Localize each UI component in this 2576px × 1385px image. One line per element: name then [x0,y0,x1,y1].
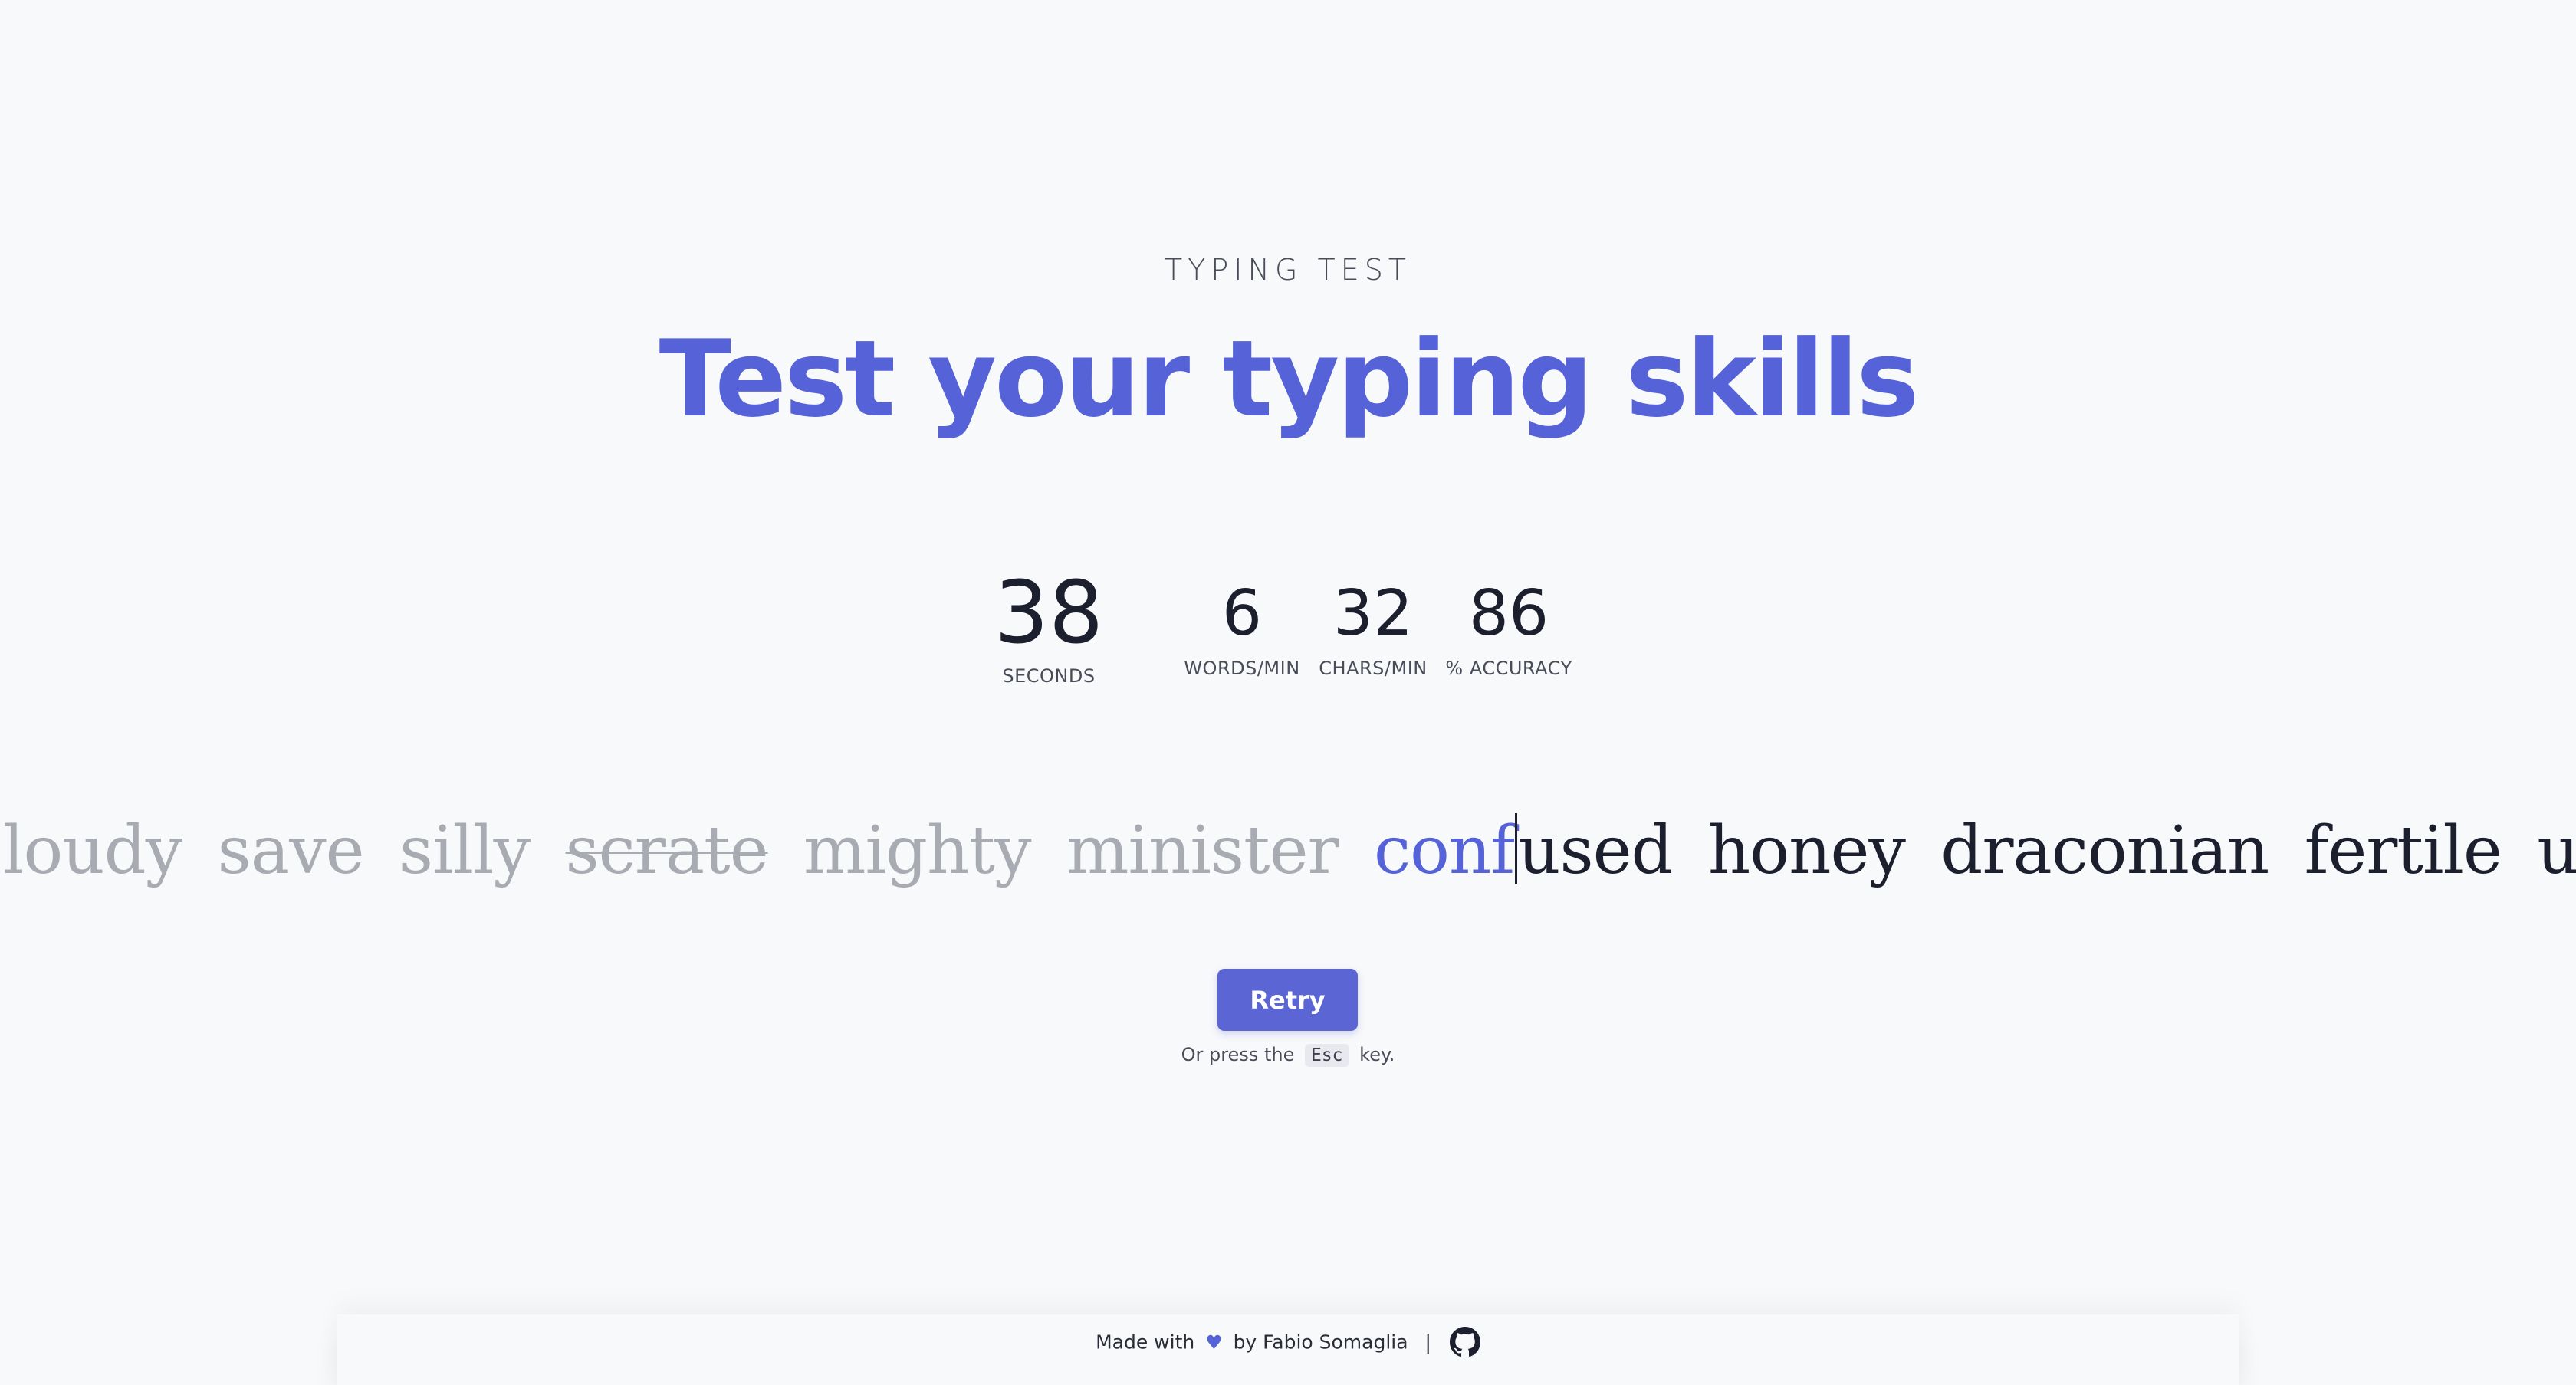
wpm-value: 6 [1221,577,1263,650]
retry-hint: Or press the Esc key. [0,1044,2576,1067]
upcoming-word: honey [1707,812,1906,889]
footer-separator: | [1424,1331,1431,1354]
incorrect-word: scrate [565,812,768,889]
completed-word: loudy [3,812,182,889]
github-icon[interactable] [1449,1327,1480,1357]
timer-stat: 38 SECONDS [994,570,1104,687]
hint-suffix: key. [1359,1044,1395,1065]
cpm-label: CHARS/MIN [1319,658,1428,679]
completed-word: mighty [803,812,1032,889]
page-title: Test your typing skills [659,317,1920,441]
wpm-label: WORDS/MIN [1184,658,1300,679]
text-caret [1515,813,1518,884]
wpm-stat: 6 WORDS/MIN [1184,577,1300,680]
heart-icon: ♥ [1205,1331,1223,1354]
cpm-value: 32 [1332,577,1414,650]
completed-word: save [217,812,365,889]
made-with-text: Made with [1096,1331,1195,1354]
hint-prefix: Or press the [1181,1044,1295,1065]
accuracy-value: 86 [1468,577,1549,650]
upcoming-word: unique [2537,812,2576,889]
completed-word: silly [399,812,531,889]
author-credit: by Fabio Somaglia [1233,1331,1408,1354]
completed-word: minister [1066,812,1339,889]
word-stream: loudy save silly scrate mighty minister … [3,809,2576,893]
timer-label: SECONDS [1002,665,1096,687]
footer-credits: Made with ♥ by Fabio Somaglia | [337,1327,2239,1357]
accuracy-stat: 86 % ACCURACY [1445,577,1572,680]
page-eyebrow: TYPING TEST [1164,253,1412,287]
retry-button[interactable]: Retry [1217,969,1358,1031]
typing-area[interactable]: loudy save silly scrate mighty minister … [0,809,2576,893]
upcoming-word: fertile [2304,812,2502,889]
esc-key-badge: Esc [1304,1044,1349,1067]
timer-value: 38 [994,563,1104,663]
cpm-stat: 32 CHARS/MIN [1319,577,1428,680]
current-word: confused [1373,812,1674,889]
footer: Made with ♥ by Fabio Somaglia | [337,1314,2239,1385]
accuracy-label: % ACCURACY [1445,658,1572,679]
current-word-remaining: used [1518,812,1673,889]
current-word-typed: conf [1373,812,1515,889]
upcoming-word: draconian [1940,812,2269,889]
stats-panel: 38 SECONDS 6 WORDS/MIN 32 CHARS/MIN 86 %… [0,564,2576,702]
